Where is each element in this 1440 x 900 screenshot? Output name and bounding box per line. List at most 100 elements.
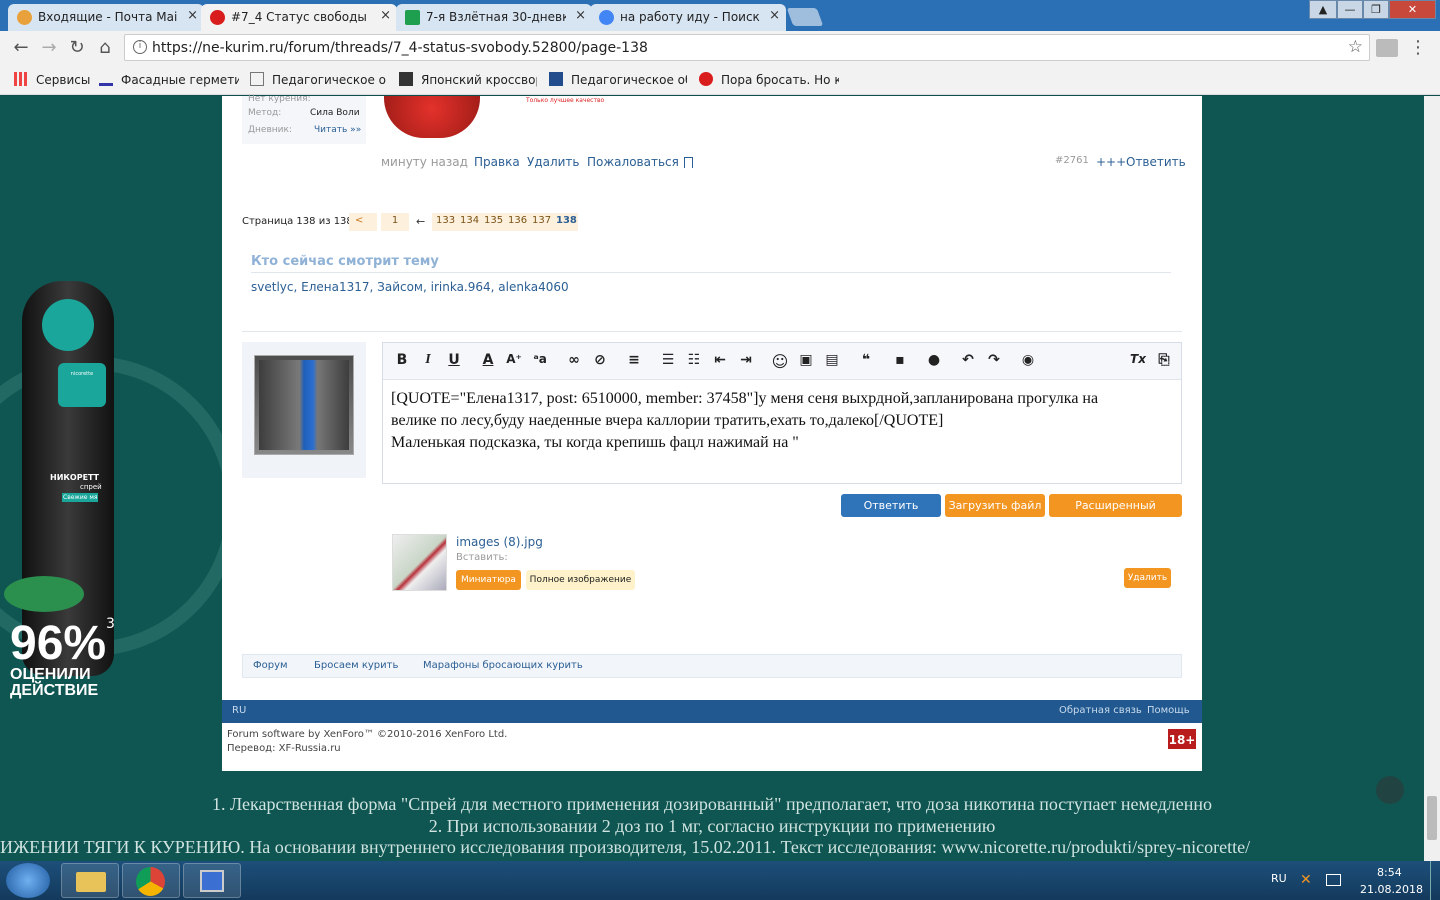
save-draft-icon[interactable]: ▪ [890,352,910,370]
avatar[interactable] [254,355,354,455]
diary-link[interactable]: Читать »» [314,125,361,135]
tab-forum[interactable]: #7_4 Статус свободы | С × [201,4,397,31]
bold-icon[interactable]: B [392,352,412,370]
advanced-mode-button[interactable]: Расширенный режим... [1049,494,1182,535]
reply-post-link[interactable]: Ответить [1126,155,1186,169]
tray-tools-icon[interactable]: ✕ [1300,872,1312,888]
delete-post-link[interactable]: Удалить [527,155,580,169]
reload-icon[interactable]: ↻ [66,37,88,58]
viewer-link[interactable]: svetlyc [251,280,293,294]
outdent-icon[interactable]: ⇤ [710,352,730,370]
help-link[interactable]: Помощь [1147,705,1190,716]
clock-time[interactable]: 8:54 [1377,866,1402,879]
page-ellipsis[interactable]: ← [416,215,425,228]
computer-taskbar-icon[interactable] [183,863,241,898]
close-tab-icon[interactable]: × [575,8,586,23]
clock-date[interactable]: 21.08.2018 [1360,883,1423,896]
scrollbar-thumb[interactable] [1427,796,1437,840]
bookmark-quit[interactable]: Пора бросать. Но ка [699,72,839,87]
bookmark-post-icon[interactable] [684,157,693,168]
back-icon[interactable]: ← [10,37,32,58]
edit-post-link[interactable]: Правка [474,155,520,169]
underline-icon[interactable]: U [444,352,464,370]
close-tab-icon[interactable]: × [380,8,391,23]
undo-icon[interactable]: ↶ [958,352,978,370]
viewer-link[interactable]: alenka4060 [498,280,568,294]
page-link-136[interactable]: 136 [508,215,527,226]
tab-mail[interactable]: Входящие - Почта Mail.R × [8,4,204,31]
report-post-link[interactable]: Пожаловаться [587,155,679,169]
like-post-link[interactable]: +++ [1096,155,1126,169]
maximize-button[interactable]: ❐ [1363,0,1389,19]
quote-icon[interactable]: ❝ [856,352,876,370]
bookmark-star-icon[interactable]: ☆ [1348,37,1363,57]
delete-attachment-button[interactable]: Удалить [1124,568,1171,588]
url-text[interactable]: https://ne-kurim.ru/forum/threads/7_4-st… [152,40,648,56]
page-first-button[interactable]: 1 [381,213,409,231]
page-link-133[interactable]: 133 [436,215,455,226]
insert-full-image-button[interactable]: Полное изображение [526,570,635,590]
number-list-icon[interactable]: ☷ [684,352,704,370]
submit-reply-button[interactable]: Ответить [841,494,941,517]
feedback-link[interactable]: Обратная связь [1059,705,1142,716]
tab-google-search[interactable]: на работу иду - Поиск в × [590,4,786,31]
language-chooser[interactable]: RU [232,705,246,716]
tab-spreadsheet[interactable]: 7-я Взлётная 30-дневка × [396,4,592,31]
bookmark-pedagogical-2[interactable]: Педагогическое обр [549,72,687,87]
bookmark-crossword[interactable]: Японский кроссворд [399,72,537,87]
home-icon[interactable]: ⌂ [94,37,116,58]
image-icon[interactable]: ▣ [796,352,816,370]
attachment-filename[interactable]: images (8).jpg [456,535,543,549]
smilie-icon[interactable]: ☺ [770,352,790,371]
italic-icon[interactable]: I [418,352,438,370]
page-link-135[interactable]: 135 [484,215,503,226]
user-profile-button[interactable]: ▲ [1309,0,1337,19]
attachment-thumbnail[interactable] [392,534,447,591]
toggle-bbcode-icon[interactable]: ⎘ [1154,352,1174,370]
viewer-link[interactable]: Зайсом [377,280,423,294]
unlink-icon[interactable]: ⊘ [590,352,610,370]
menu-icon[interactable]: ⋮ [1407,37,1429,58]
breadcrumb-item[interactable]: Марафоны бросающих курить [423,660,583,671]
camera-icon[interactable]: ◉ [1018,352,1038,370]
new-tab-button[interactable] [786,8,824,26]
explorer-taskbar-icon[interactable] [61,863,119,898]
bullet-list-icon[interactable]: ☰ [658,352,678,370]
align-icon[interactable]: ≡ [624,352,644,370]
font-family-icon[interactable]: ᵃa [530,352,550,370]
network-icon[interactable] [1326,874,1341,886]
chrome-taskbar-icon[interactable] [122,863,180,898]
indent-icon[interactable]: ⇥ [736,352,756,370]
viewer-link[interactable]: Елена1317 [301,280,369,294]
address-bar[interactable]: i https://ne-kurim.ru/forum/threads/7_4-… [124,34,1370,61]
breadcrumb-item[interactable]: Бросаем курить [314,660,398,671]
font-color-icon[interactable]: A [478,352,498,370]
font-size-icon[interactable]: A⁺ [504,352,524,370]
insert-thumbnail-button[interactable]: Миниатюра [456,570,521,590]
post-number[interactable]: #2761 [1055,155,1089,166]
start-button-icon[interactable] [6,863,50,898]
editor-textarea[interactable]: [QUOTE="Елена1317, post: 6510000, member… [391,388,1176,454]
remove-format-icon[interactable]: Tx [1128,352,1148,370]
link-icon[interactable]: ∞ [564,352,584,370]
user-icon[interactable]: ● [924,352,944,370]
site-info-icon[interactable]: i [133,40,147,54]
input-language[interactable]: RU [1271,872,1287,885]
page-link-134[interactable]: 134 [460,215,479,226]
page-link-137[interactable]: 137 [532,215,551,226]
bookmark-apps[interactable]: Сервисы [14,72,94,87]
media-icon[interactable]: ▤ [822,352,842,370]
extension-icon[interactable] [1376,39,1398,57]
bookmark-pedagogical-1[interactable]: Педагогическое обр [250,72,386,87]
close-tab-icon[interactable]: × [769,8,780,23]
redo-icon[interactable]: ↷ [984,352,1004,370]
viewer-link[interactable]: irinka.964 [431,280,491,294]
close-window-button[interactable]: ✕ [1389,0,1436,19]
bookmark-facade[interactable]: Фасадные герметики [99,72,239,87]
upload-file-button[interactable]: Загрузить файл [945,494,1045,517]
page-prev-button[interactable]: < [349,213,377,231]
page-scrollbar[interactable] [1424,96,1440,861]
breadcrumb-item[interactable]: Форум [253,660,288,671]
minimize-button[interactable]: — [1337,0,1363,19]
close-tab-icon[interactable]: × [187,8,198,23]
